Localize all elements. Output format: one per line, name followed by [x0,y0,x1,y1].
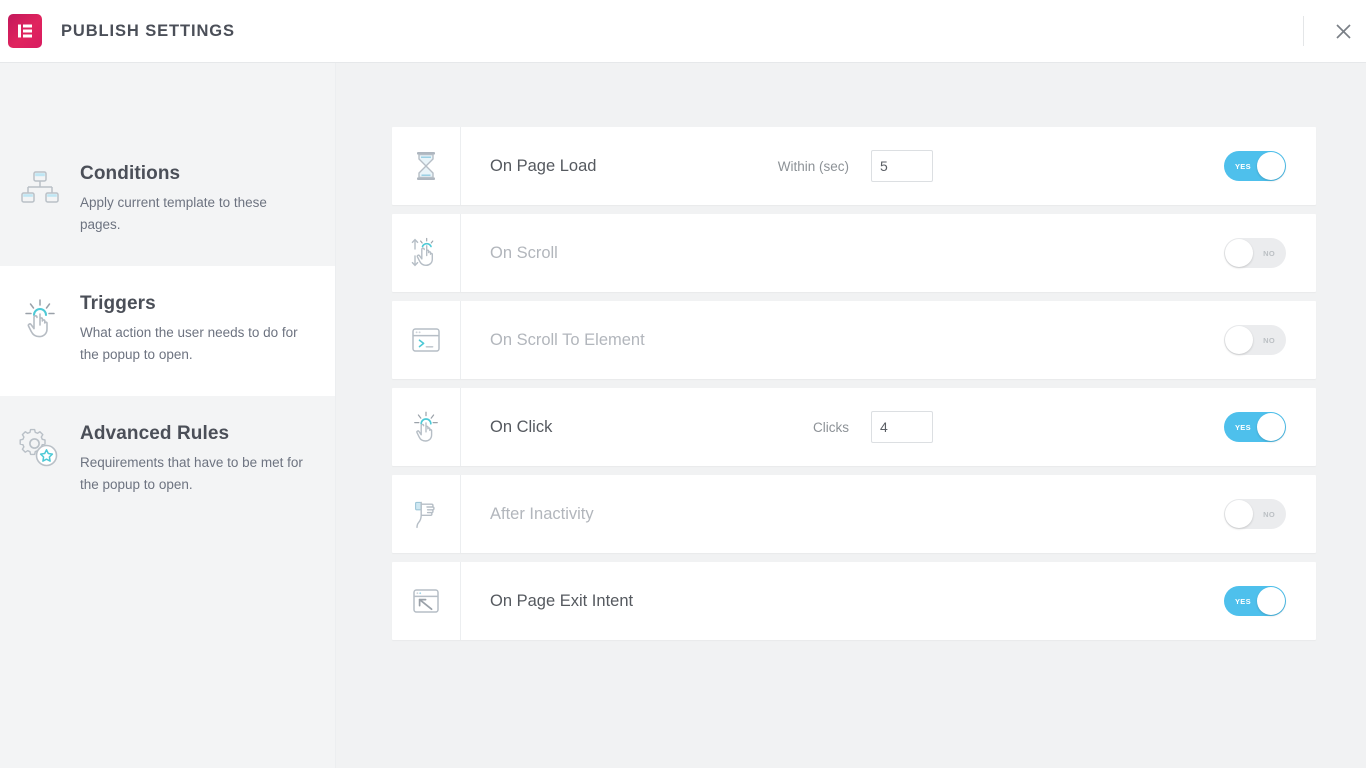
toggle-label: YES [1235,422,1251,432]
toggle-cell: NO [1206,325,1316,355]
sidebar-item-description: Apply current template to these pages. [80,195,267,232]
dialog-body: Conditions Apply current template to the… [0,63,1366,768]
control-label: Within (sec) [777,158,849,174]
toggle-after-inactivity[interactable]: NO [1224,499,1286,529]
trigger-row-on-page-exit-intent[interactable]: On Page Exit Intent YES [392,562,1316,640]
settings-sidebar: Conditions Apply current template to the… [0,63,336,768]
toggle-cell: YES [1206,412,1316,442]
toggle-on-scroll-to-element[interactable]: NO [1224,325,1286,355]
toggle-knob [1257,587,1285,615]
trigger-row-on-click[interactable]: On Click Clicks YES [392,388,1316,466]
trigger-label: On Scroll To Element [490,330,645,349]
toggle-on-click[interactable]: YES [1224,412,1286,442]
toggle-knob [1225,239,1253,267]
tap-hand-icon [14,292,66,340]
close-icon[interactable] [1320,0,1366,63]
trigger-row-after-inactivity[interactable]: After Inactivity NO [392,475,1316,553]
toggle-knob [1225,500,1253,528]
trigger-row-on-scroll[interactable]: On Scroll NO [392,214,1316,292]
trigger-label: After Inactivity [490,504,594,523]
elementor-logo-icon [8,14,42,48]
sidebar-item-description: Requirements that have to be met for the… [80,455,303,492]
toggle-label: NO [1263,335,1275,345]
header-divider [1303,16,1304,46]
toggle-cell: NO [1206,238,1316,268]
app-header: PUBLISH SETTINGS [0,0,1366,63]
trigger-list: On Page Load Within (sec) YES [392,127,1316,640]
sidebar-item-triggers-text: Triggers What action the user needs to d… [66,292,309,366]
toggle-label: NO [1263,509,1275,519]
toggle-label: YES [1235,161,1251,171]
toggle-label: NO [1263,248,1275,258]
sidebar-item-conditions[interactable]: Conditions Apply current template to the… [0,136,335,266]
browser-code-icon [392,301,461,379]
trigger-control: Within (sec) [761,150,1206,182]
sidebar-item-advanced-rules[interactable]: Advanced Rules Requirements that have to… [0,396,335,526]
idle-hand-icon [392,475,461,553]
hourglass-icon [392,127,461,205]
toggle-knob [1225,326,1253,354]
trigger-row-on-page-load[interactable]: On Page Load Within (sec) YES [392,127,1316,205]
trigger-label: On Click [490,417,553,436]
toggle-on-page-load[interactable]: YES [1224,151,1286,181]
control-label: Clicks [813,419,849,435]
triggers-panel: On Page Load Within (sec) YES [336,63,1366,768]
toggle-on-page-exit-intent[interactable]: YES [1224,586,1286,616]
toggle-knob [1257,413,1285,441]
trigger-row-on-scroll-to-element[interactable]: On Scroll To Element NO [392,301,1316,379]
clicks-input[interactable] [871,411,933,443]
toggle-on-scroll[interactable]: NO [1224,238,1286,268]
within-seconds-input[interactable] [871,150,933,182]
header-actions [1303,0,1366,62]
trigger-label: On Page Exit Intent [490,591,634,610]
gear-star-icon [14,422,66,470]
browser-exit-arrow-icon [392,562,461,640]
trigger-label: On Scroll [490,243,558,262]
sidebar-item-title: Advanced Rules [80,423,230,444]
toggle-label: YES [1235,596,1251,606]
page-title: PUBLISH SETTINGS [61,21,235,40]
sidebar-item-conditions-text: Conditions Apply current template to the… [66,162,309,236]
scroll-hand-icon [392,214,461,292]
sidebar-item-title: Conditions [80,163,181,184]
toggle-cell: NO [1206,499,1316,529]
sidebar-item-triggers[interactable]: Triggers What action the user needs to d… [0,266,335,396]
toggle-cell: YES [1206,586,1316,616]
sidebar-item-advanced-rules-text: Advanced Rules Requirements that have to… [66,422,309,496]
sidebar-item-title: Triggers [80,293,156,314]
sidebar-item-description: What action the user needs to do for the… [80,325,298,362]
toggle-cell: YES [1206,151,1316,181]
trigger-control: Clicks [761,411,1206,443]
sitemap-icon [14,162,66,208]
toggle-knob [1257,152,1285,180]
click-hand-icon [392,388,461,466]
trigger-label: On Page Load [490,156,597,175]
